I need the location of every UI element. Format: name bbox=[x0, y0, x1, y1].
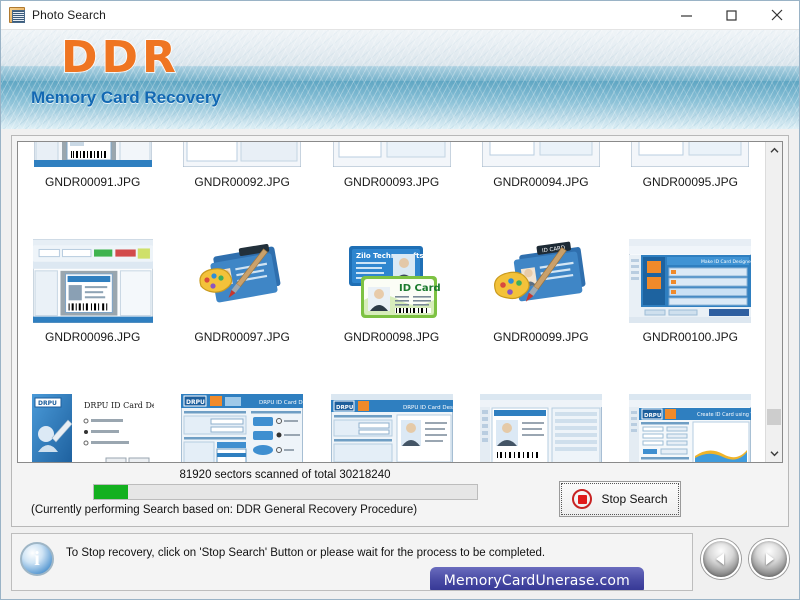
navigation-buttons bbox=[701, 539, 789, 579]
window-title: Photo Search bbox=[32, 8, 106, 22]
thumbnail-label: GNDR00099.JPG bbox=[493, 330, 588, 344]
brand-badge[interactable]: MemoryCardUnerase.com bbox=[430, 567, 644, 591]
thumbnail-label: GNDR00095.JPG bbox=[643, 175, 738, 189]
minimize-button[interactable] bbox=[664, 1, 709, 29]
grid-vertical-scrollbar[interactable] bbox=[765, 142, 782, 462]
chevron-up-icon[interactable] bbox=[766, 142, 782, 159]
thumbnail-item[interactable]: DRPU DRPU ID Card Designer bbox=[167, 346, 316, 462]
thumbnail-item[interactable]: DRPU Create ID Card using Wizard bbox=[616, 346, 765, 462]
id-card-designer-app-thumbnail[interactable] bbox=[479, 142, 603, 169]
id-card-wizard-window-thumbnail[interactable]: Make ID Card Designer bbox=[628, 238, 752, 324]
two-id-cards-thumbnail[interactable]: Zilo Technocrafts ID Card bbox=[330, 238, 454, 324]
thumbnail-item[interactable]: GNDR00091.JPG bbox=[18, 142, 167, 191]
thumbnail-label: GNDR00094.JPG bbox=[493, 175, 588, 189]
sectors-scanned-text: 81920 sectors scanned of total 30218240 bbox=[180, 469, 391, 481]
svg-text:DRPU ID Card Design: DRPU ID Card Design bbox=[403, 405, 453, 411]
thumbnail-item[interactable]: GNDR00096.JPG bbox=[18, 191, 167, 346]
thumbnail-item[interactable]: ID CARD bbox=[466, 191, 615, 346]
info-icon: i bbox=[20, 542, 54, 576]
svg-text:Create ID Card using Wizard: Create ID Card using Wizard bbox=[697, 412, 751, 418]
id-card-designer-app-thumbnail[interactable] bbox=[180, 142, 304, 169]
app-banner: DDR Memory Card Recovery bbox=[1, 30, 799, 129]
thumbnail-label: GNDR00097.JPG bbox=[194, 330, 289, 344]
chevron-down-icon[interactable] bbox=[766, 445, 782, 462]
thumbnail-label: GNDR00093.JPG bbox=[344, 175, 439, 189]
scan-progress-fill bbox=[94, 485, 128, 499]
scrollbar-thumb[interactable] bbox=[767, 409, 781, 425]
id-card-designer-app-thumbnail[interactable] bbox=[31, 238, 155, 324]
thumbnail-item[interactable]: Zilo Technocrafts ID Card bbox=[317, 191, 466, 346]
next-arrow-icon bbox=[761, 551, 777, 567]
thumbnail-label: GNDR00092.JPG bbox=[194, 175, 289, 189]
progress-area: 81920 sectors scanned of total 30218240 … bbox=[17, 463, 783, 521]
drpu-card-design-window-thumbnail[interactable]: DRPU DRPU ID Card Design bbox=[330, 393, 454, 462]
maximize-button[interactable] bbox=[709, 1, 754, 29]
ddr-logo: DDR bbox=[61, 32, 180, 83]
svg-text:DRPU ID Card Designer: DRPU ID Card Designer bbox=[84, 401, 154, 410]
blue-card-palette-brush-thumbnail[interactable]: ID CARD bbox=[479, 238, 603, 324]
stop-square-icon bbox=[572, 489, 592, 509]
scrollbar-track[interactable] bbox=[766, 159, 782, 445]
svg-text:DRPU ID Card Designer: DRPU ID Card Designer bbox=[259, 400, 303, 406]
svg-text:Make ID Card Designer: Make ID Card Designer bbox=[701, 259, 751, 265]
main-content: GNDR00091.JPG GNDR00092.JPG bbox=[1, 129, 799, 529]
thumbnail-grid[interactable]: GNDR00091.JPG GNDR00092.JPG bbox=[18, 142, 765, 462]
thumbnail-item[interactable]: DRPU DRPU ID Card Designer bbox=[18, 346, 167, 462]
thumbnail-item[interactable]: GNDR00092.JPG bbox=[167, 142, 316, 191]
thumbnail-label: GNDR00096.JPG bbox=[45, 330, 140, 344]
drpu-card-design-window-thumbnail[interactable] bbox=[479, 393, 603, 462]
thumbnail-row: GNDR00091.JPG GNDR00092.JPG bbox=[18, 142, 765, 191]
thumbnail-label: GNDR00100.JPG bbox=[643, 330, 738, 344]
id-card-designer-app-thumbnail[interactable] bbox=[628, 142, 752, 169]
svg-text:DRPU: DRPU bbox=[644, 413, 661, 419]
progress-left: 81920 sectors scanned of total 30218240 … bbox=[21, 469, 549, 516]
stop-search-label: Stop Search bbox=[601, 492, 667, 506]
banner-subtitle: Memory Card Recovery bbox=[31, 88, 221, 108]
photo-search-window: Photo Search DDR Memory Card Recovery bbox=[0, 0, 800, 600]
info-message-text: To Stop recovery, click on 'Stop Search'… bbox=[66, 547, 545, 559]
thumbnail-row: DRPU DRPU ID Card Designer bbox=[18, 346, 765, 462]
thumbnail-label: GNDR00091.JPG bbox=[45, 175, 140, 189]
previous-button[interactable] bbox=[701, 539, 741, 579]
svg-text:DRPU: DRPU bbox=[336, 405, 353, 411]
thumbnail-item[interactable]: GNDR00093.JPG bbox=[317, 142, 466, 191]
id-card-designer-app-thumbnail[interactable] bbox=[31, 142, 155, 169]
search-panel: GNDR00091.JPG GNDR00092.JPG bbox=[11, 135, 789, 527]
thumbnail-item[interactable]: GNDR00095.JPG bbox=[616, 142, 765, 191]
drpu-id-card-designer-dialog-thumbnail[interactable]: DRPU DRPU ID Card Designer bbox=[31, 393, 155, 462]
close-button[interactable] bbox=[754, 1, 799, 29]
thumbnail-grid-inner: GNDR00091.JPG GNDR00092.JPG bbox=[18, 142, 765, 462]
recovery-procedure-text: (Currently performing Search based on: D… bbox=[31, 504, 417, 516]
svg-text:ID Card: ID Card bbox=[399, 283, 441, 294]
thumbnail-label: GNDR00098.JPG bbox=[344, 330, 439, 344]
scan-progress-bar bbox=[93, 484, 478, 500]
thumbnail-item[interactable]: Make ID Card Designer bbox=[616, 191, 765, 346]
next-button[interactable] bbox=[749, 539, 789, 579]
thumbnail-row: GNDR00096.JPG bbox=[18, 191, 765, 346]
footer-bar: i To Stop recovery, click on 'Stop Searc… bbox=[1, 529, 799, 599]
drpu-card-design-window-thumbnail[interactable]: DRPU DRPU ID Card Designer bbox=[180, 393, 304, 462]
info-message-box: i To Stop recovery, click on 'Stop Searc… bbox=[11, 533, 693, 591]
thumbnail-item[interactable]: GNDR00104.JPG bbox=[466, 346, 615, 462]
thumbnail-grid-container: GNDR00091.JPG GNDR00092.JPG bbox=[17, 141, 783, 463]
stop-search-button[interactable]: Stop Search bbox=[559, 481, 681, 517]
blue-card-palette-brush-thumbnail[interactable] bbox=[180, 238, 304, 324]
id-card-designer-app-thumbnail[interactable] bbox=[330, 142, 454, 169]
thumbnail-item[interactable]: GNDR00097.JPG bbox=[167, 191, 316, 346]
thumbnail-item[interactable]: GNDR00094.JPG bbox=[466, 142, 615, 191]
create-id-card-wizard-thumbnail[interactable]: DRPU Create ID Card using Wizard bbox=[628, 393, 752, 462]
thumbnail-item[interactable]: DRPU DRPU ID Card Design bbox=[317, 346, 466, 462]
title-bar: Photo Search bbox=[1, 1, 799, 30]
svg-text:DRPU: DRPU bbox=[186, 399, 205, 406]
svg-text:DRPU: DRPU bbox=[38, 400, 57, 407]
previous-arrow-icon bbox=[713, 551, 729, 567]
photo-document-icon bbox=[9, 7, 25, 23]
